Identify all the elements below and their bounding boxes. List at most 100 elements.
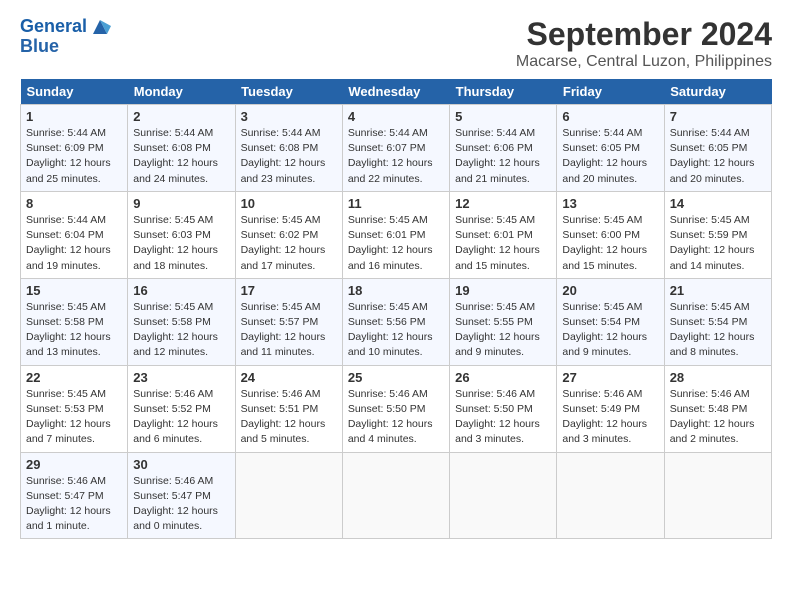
day-number: 19 bbox=[455, 283, 551, 298]
calendar-cell: 7 Sunrise: 5:44 AM Sunset: 6:05 PM Daylig… bbox=[664, 105, 771, 192]
day-info: Sunrise: 5:44 AM Sunset: 6:06 PM Dayligh… bbox=[455, 126, 551, 187]
day-number: 18 bbox=[348, 283, 444, 298]
calendar-week-row: 8Sunrise: 5:44 AM Sunset: 6:04 PM Daylig… bbox=[21, 191, 772, 278]
day-info: Sunrise: 5:44 AM Sunset: 6:09 PM Dayligh… bbox=[26, 126, 122, 187]
day-info: Sunrise: 5:45 AM Sunset: 5:58 PM Dayligh… bbox=[26, 300, 122, 361]
day-info: Sunrise: 5:45 AM Sunset: 5:59 PM Dayligh… bbox=[670, 213, 766, 274]
day-info: Sunrise: 5:44 AM Sunset: 6:05 PM Dayligh… bbox=[562, 126, 658, 187]
calendar-week-row: 29 Sunrise: 5:46 AM Sunset: 5:47 PM Dayli… bbox=[21, 452, 772, 539]
day-header-thursday: Thursday bbox=[450, 79, 557, 105]
day-info: Sunrise: 5:45 AM Sunset: 6:00 PM Dayligh… bbox=[562, 213, 658, 274]
day-info: Sunrise: 5:45 AM Sunset: 6:01 PM Dayligh… bbox=[348, 213, 444, 274]
calendar-week-row: 22 Sunrise: 5:45 AM Sunset: 5:53 PM Dayli… bbox=[21, 365, 772, 452]
day-number: 2 bbox=[133, 109, 229, 124]
day-header-monday: Monday bbox=[128, 79, 235, 105]
day-header-sunday: Sunday bbox=[21, 79, 128, 105]
sub-title: Macarse, Central Luzon, Philippines bbox=[516, 53, 772, 71]
day-info: Sunrise: 5:45 AM Sunset: 5:54 PM Dayligh… bbox=[562, 300, 658, 361]
day-number: 6 bbox=[562, 109, 658, 124]
calendar-cell bbox=[235, 452, 342, 539]
day-number: 3 bbox=[241, 109, 337, 124]
day-info: Sunrise: 5:44 AM Sunset: 6:08 PM Dayligh… bbox=[241, 126, 337, 187]
day-header-friday: Friday bbox=[557, 79, 664, 105]
day-number: 16 bbox=[133, 283, 229, 298]
day-number: 8 bbox=[26, 196, 122, 211]
day-info: Sunrise: 5:46 AM Sunset: 5:51 PM Dayligh… bbox=[241, 387, 337, 448]
day-info: Sunrise: 5:44 AM Sunset: 6:05 PM Dayligh… bbox=[670, 126, 766, 187]
calendar-cell bbox=[450, 452, 557, 539]
day-number: 12 bbox=[455, 196, 551, 211]
calendar-cell: 11 Sunrise: 5:45 AM Sunset: 6:01 PM Dayli… bbox=[342, 191, 449, 278]
day-number: 1 bbox=[26, 109, 122, 124]
day-number: 13 bbox=[562, 196, 658, 211]
header: General Blue September 2024 Macarse, Cen… bbox=[20, 16, 772, 71]
day-number: 10 bbox=[241, 196, 337, 211]
day-number: 24 bbox=[241, 370, 337, 385]
calendar-header-row: SundayMondayTuesdayWednesdayThursdayFrid… bbox=[21, 79, 772, 105]
logo-icon bbox=[89, 16, 111, 38]
day-number: 25 bbox=[348, 370, 444, 385]
day-info: Sunrise: 5:45 AM Sunset: 6:01 PM Dayligh… bbox=[455, 213, 551, 274]
day-info: Sunrise: 5:46 AM Sunset: 5:48 PM Dayligh… bbox=[670, 387, 766, 448]
calendar-cell: 28 Sunrise: 5:46 AM Sunset: 5:48 PM Dayli… bbox=[664, 365, 771, 452]
day-info: Sunrise: 5:46 AM Sunset: 5:52 PM Dayligh… bbox=[133, 387, 229, 448]
day-number: 15 bbox=[26, 283, 122, 298]
day-number: 28 bbox=[670, 370, 766, 385]
day-number: 26 bbox=[455, 370, 551, 385]
calendar-cell: 15 Sunrise: 5:45 AM Sunset: 5:58 PM Dayli… bbox=[21, 278, 128, 365]
calendar-cell: 21 Sunrise: 5:45 AM Sunset: 5:54 PM Dayli… bbox=[664, 278, 771, 365]
day-number: 7 bbox=[670, 109, 766, 124]
day-number: 11 bbox=[348, 196, 444, 211]
day-info: Sunrise: 5:46 AM Sunset: 5:50 PM Dayligh… bbox=[455, 387, 551, 448]
day-number: 5 bbox=[455, 109, 551, 124]
calendar-cell: 6 Sunrise: 5:44 AM Sunset: 6:05 PM Daylig… bbox=[557, 105, 664, 192]
day-info: Sunrise: 5:45 AM Sunset: 6:03 PM Dayligh… bbox=[133, 213, 229, 274]
calendar-cell: 16 Sunrise: 5:45 AM Sunset: 5:58 PM Dayli… bbox=[128, 278, 235, 365]
day-info: Sunrise: 5:45 AM Sunset: 5:56 PM Dayligh… bbox=[348, 300, 444, 361]
title-block: September 2024 Macarse, Central Luzon, P… bbox=[516, 16, 772, 71]
calendar-cell: 30Sunrise: 5:46 AM Sunset: 5:47 PM Dayli… bbox=[128, 452, 235, 539]
calendar-cell: 25 Sunrise: 5:46 AM Sunset: 5:50 PM Dayli… bbox=[342, 365, 449, 452]
calendar-week-row: 15 Sunrise: 5:45 AM Sunset: 5:58 PM Dayli… bbox=[21, 278, 772, 365]
day-info: Sunrise: 5:45 AM Sunset: 5:53 PM Dayligh… bbox=[26, 387, 122, 448]
day-info: Sunrise: 5:44 AM Sunset: 6:08 PM Dayligh… bbox=[133, 126, 229, 187]
calendar-cell: 3 Sunrise: 5:44 AM Sunset: 6:08 PM Daylig… bbox=[235, 105, 342, 192]
calendar-cell: 5 Sunrise: 5:44 AM Sunset: 6:06 PM Daylig… bbox=[450, 105, 557, 192]
calendar-cell: 8Sunrise: 5:44 AM Sunset: 6:04 PM Daylig… bbox=[21, 191, 128, 278]
calendar-cell: 17Sunrise: 5:45 AM Sunset: 5:57 PM Dayli… bbox=[235, 278, 342, 365]
day-info: Sunrise: 5:46 AM Sunset: 5:49 PM Dayligh… bbox=[562, 387, 658, 448]
page: General Blue September 2024 Macarse, Cen… bbox=[0, 0, 792, 612]
day-number: 29 bbox=[26, 457, 122, 472]
calendar-cell: 26 Sunrise: 5:46 AM Sunset: 5:50 PM Dayli… bbox=[450, 365, 557, 452]
calendar-cell: 20 Sunrise: 5:45 AM Sunset: 5:54 PM Dayli… bbox=[557, 278, 664, 365]
day-info: Sunrise: 5:46 AM Sunset: 5:50 PM Dayligh… bbox=[348, 387, 444, 448]
day-info: Sunrise: 5:45 AM Sunset: 5:58 PM Dayligh… bbox=[133, 300, 229, 361]
calendar-cell bbox=[342, 452, 449, 539]
day-info: Sunrise: 5:45 AM Sunset: 6:02 PM Dayligh… bbox=[241, 213, 337, 274]
day-info: Sunrise: 5:46 AM Sunset: 5:47 PM Dayligh… bbox=[133, 474, 229, 535]
logo-line2: Blue bbox=[20, 36, 111, 57]
calendar-cell: 24 Sunrise: 5:46 AM Sunset: 5:51 PM Dayli… bbox=[235, 365, 342, 452]
calendar-cell: 27Sunrise: 5:46 AM Sunset: 5:49 PM Dayli… bbox=[557, 365, 664, 452]
day-info: Sunrise: 5:45 AM Sunset: 5:54 PM Dayligh… bbox=[670, 300, 766, 361]
calendar-cell: 10 Sunrise: 5:45 AM Sunset: 6:02 PM Dayli… bbox=[235, 191, 342, 278]
day-number: 4 bbox=[348, 109, 444, 124]
day-info: Sunrise: 5:44 AM Sunset: 6:07 PM Dayligh… bbox=[348, 126, 444, 187]
calendar-table: SundayMondayTuesdayWednesdayThursdayFrid… bbox=[20, 79, 772, 539]
day-header-wednesday: Wednesday bbox=[342, 79, 449, 105]
main-title: September 2024 bbox=[516, 16, 772, 53]
calendar-cell: 13 Sunrise: 5:45 AM Sunset: 6:00 PM Dayli… bbox=[557, 191, 664, 278]
day-number: 23 bbox=[133, 370, 229, 385]
calendar-cell: 29 Sunrise: 5:46 AM Sunset: 5:47 PM Dayli… bbox=[21, 452, 128, 539]
day-number: 22 bbox=[26, 370, 122, 385]
calendar-cell: 14Sunrise: 5:45 AM Sunset: 5:59 PM Dayli… bbox=[664, 191, 771, 278]
day-info: Sunrise: 5:45 AM Sunset: 5:55 PM Dayligh… bbox=[455, 300, 551, 361]
calendar-cell: 18 Sunrise: 5:45 AM Sunset: 5:56 PM Dayli… bbox=[342, 278, 449, 365]
day-number: 21 bbox=[670, 283, 766, 298]
day-info: Sunrise: 5:45 AM Sunset: 5:57 PM Dayligh… bbox=[241, 300, 337, 361]
calendar-cell: 4 Sunrise: 5:44 AM Sunset: 6:07 PM Daylig… bbox=[342, 105, 449, 192]
day-number: 20 bbox=[562, 283, 658, 298]
calendar-cell: 1 Sunrise: 5:44 AM Sunset: 6:09 PM Daylig… bbox=[21, 105, 128, 192]
day-header-tuesday: Tuesday bbox=[235, 79, 342, 105]
day-info: Sunrise: 5:46 AM Sunset: 5:47 PM Dayligh… bbox=[26, 474, 122, 535]
